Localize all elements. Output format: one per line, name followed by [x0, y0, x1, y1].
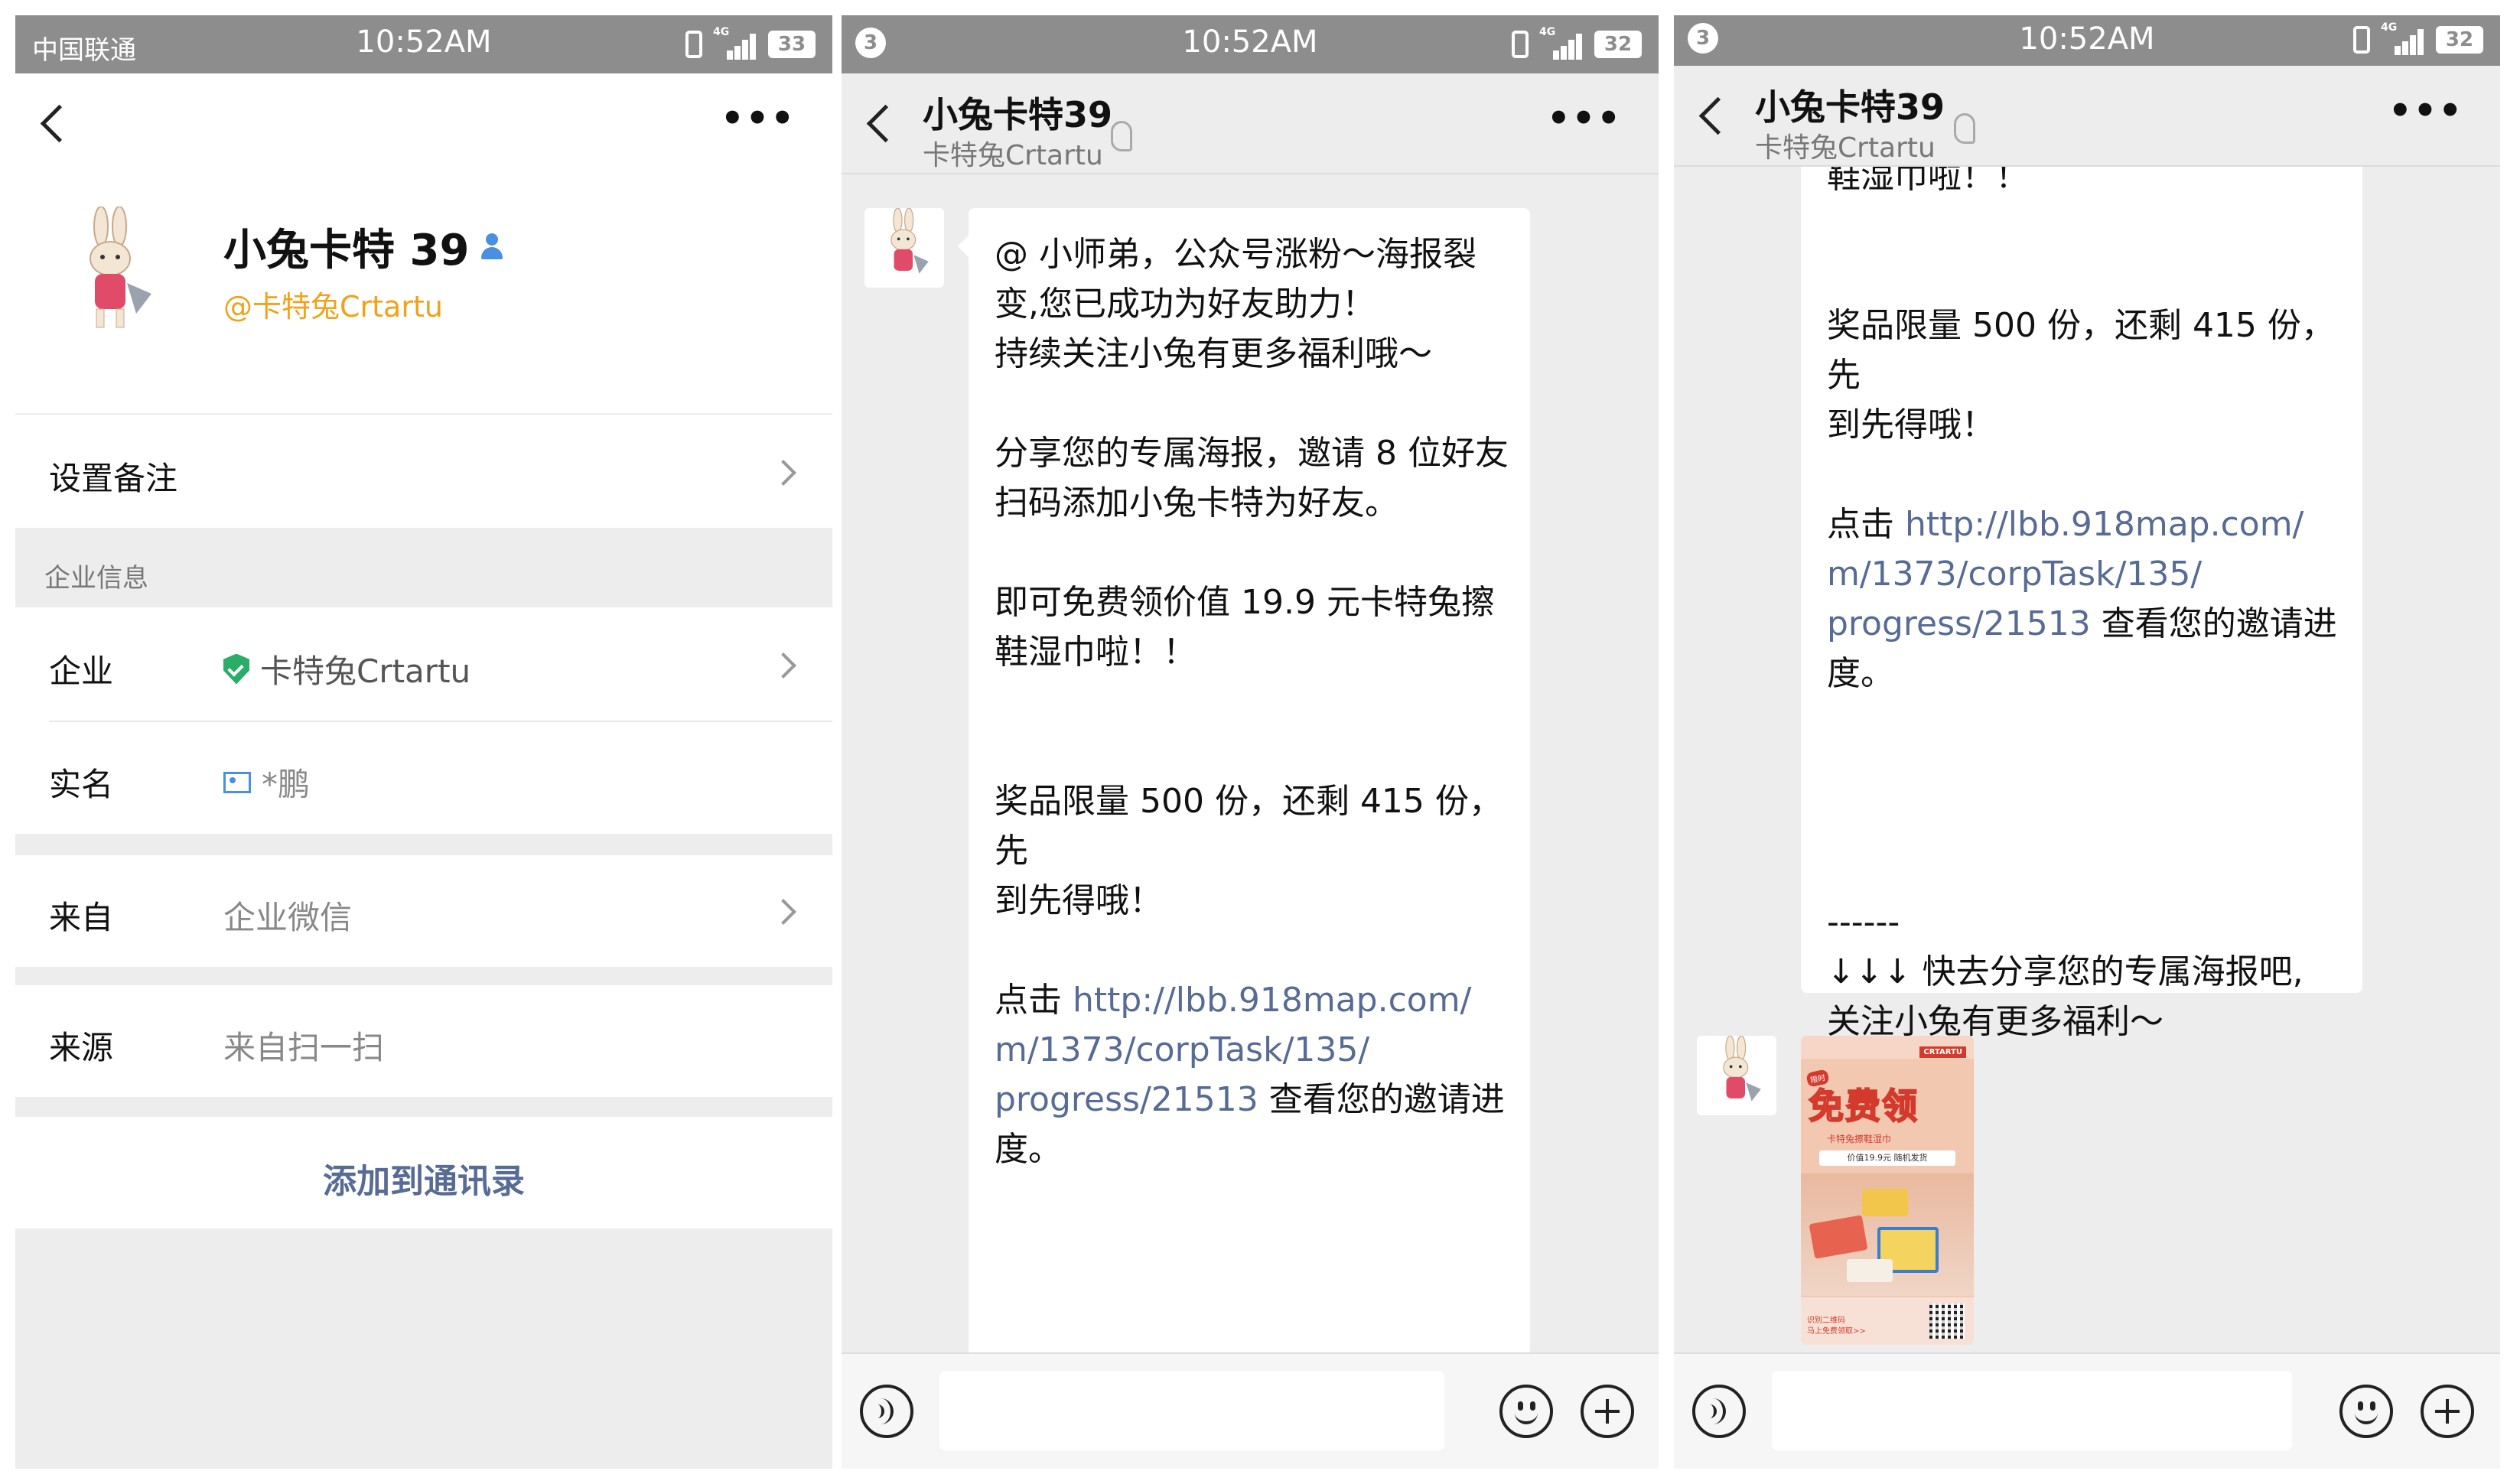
idcard-icon: [223, 771, 251, 793]
signal-icon: 4G: [2381, 21, 2425, 55]
poster-image[interactable]: CRTARTU 限时 免费领 卡特兔擦鞋湿巾 价值19.9元 随机发货 识别二维…: [1801, 1036, 1974, 1345]
voice-icon[interactable]: [860, 1385, 913, 1438]
source-label: 来源: [49, 1029, 114, 1066]
input-bar: [1674, 1352, 2500, 1469]
enterprise-info-group: 企业 卡特兔Crtartu 实名 *鹏: [15, 607, 832, 834]
plus-icon[interactable]: [1581, 1385, 1634, 1438]
chevron-left-icon[interactable]: [866, 104, 905, 143]
poster-subtitle: 卡特兔擦鞋湿巾: [1827, 1134, 1892, 1144]
message-list: 鞋湿巾啦！！ 奖品限量 500 份，还剩 415 份，先 到先得哦！ 点击 ht…: [1674, 167, 2500, 1360]
set-remark-label: 设置备注: [49, 460, 178, 497]
invite-link[interactable]: http://lbb.918map.com/: [1073, 981, 1471, 1020]
more-icon[interactable]: •••: [721, 100, 796, 137]
chevron-left-icon[interactable]: [40, 104, 79, 143]
status-bar: 3 10:52AM 4G 32: [842, 15, 1659, 73]
message-bubble[interactable]: @ 小师弟，公众号涨粉～海报裂 变,您已成功为好友助力！ 持续关注小兔有更多福利…: [969, 208, 1530, 1467]
nav-bar: •••: [15, 73, 832, 173]
signal-icon: 4G: [713, 26, 757, 60]
invite-link[interactable]: progress/21513: [1827, 604, 2091, 643]
chat-title: 小兔卡特39: [923, 94, 1113, 135]
poster-title: 免费领: [1808, 1085, 1919, 1128]
company-value: 卡特兔Crtartu: [223, 646, 470, 692]
message-bubble[interactable]: 鞋湿巾啦！！ 奖品限量 500 份，还剩 415 份，先 到先得哦！ 点击 ht…: [1801, 167, 2362, 1041]
profile-name: 小兔卡特 39: [223, 216, 504, 278]
company-row[interactable]: 企业 卡特兔Crtartu: [15, 607, 832, 721]
from-label: 来自: [49, 899, 114, 936]
voice-icon[interactable]: [1692, 1385, 1746, 1438]
divider: [842, 173, 1659, 174]
invite-link[interactable]: progress/21513: [995, 1080, 1258, 1119]
realname-label: 实名: [49, 766, 114, 803]
ear-icon: [1111, 121, 1132, 151]
person-icon: [480, 232, 504, 262]
chevron-right-icon: [770, 653, 796, 679]
vibrate-icon: [1512, 31, 1529, 58]
ear-icon: [1954, 113, 1975, 144]
poster-brand: CRTARTU: [1919, 1046, 1966, 1058]
chat-subtitle: 卡特兔Crtartu: [1755, 132, 1936, 164]
vibrate-icon: [2353, 26, 2370, 54]
avatar[interactable]: [864, 208, 944, 288]
chevron-right-icon: [770, 460, 796, 486]
invite-link[interactable]: m/1373/corpTask/135/: [995, 1030, 1369, 1069]
profile-header: 小兔卡特 39 @卡特兔Crtartu: [15, 173, 832, 413]
plus-icon[interactable]: [2421, 1385, 2474, 1438]
avatar[interactable]: [66, 207, 158, 337]
battery-icon: 33: [768, 31, 816, 58]
company-label: 企业: [49, 653, 114, 690]
realname-value: *鹏: [223, 759, 310, 805]
chat-subtitle: 卡特兔Crtartu: [923, 140, 1103, 171]
profile-screen: 中国联通 10:52AM 4G 33 ••• 小兔卡特 39 @卡特兔Crtar…: [15, 15, 832, 1469]
input-bar: [842, 1352, 1659, 1469]
realname-row: 实名 *鹏: [15, 722, 832, 834]
source-value: 来自扫一扫: [223, 1029, 385, 1066]
poster-cta: 识别二维码 马上免费领取>>: [1807, 1316, 1866, 1336]
add-contact-row[interactable]: 添加到通讯录: [15, 1117, 832, 1229]
chat-screen-bottom: 3 10:52AM 4G 32 小兔卡特39 卡特兔Crtartu ••• 鞋湿…: [1674, 15, 2500, 1469]
message-input[interactable]: [939, 1371, 1444, 1450]
message-text: @ 小师弟，公众号涨粉～海报裂 变,您已成功为好友助力！ 持续关注小兔有更多福利…: [995, 235, 1509, 1467]
signal-icon: 4G: [1539, 26, 1584, 60]
battery-icon: 32: [2436, 26, 2483, 54]
profile-nickname: @卡特兔Crtartu: [223, 290, 443, 324]
message-input[interactable]: [1772, 1371, 2292, 1450]
chevron-right-icon: [770, 899, 796, 925]
source-row: 来源 来自扫一扫: [15, 985, 832, 1097]
set-remark-row[interactable]: 设置备注: [15, 415, 832, 528]
shield-icon: [223, 653, 249, 685]
from-value: 企业微信: [223, 899, 353, 936]
emoji-icon[interactable]: [1499, 1385, 1553, 1438]
status-bar: 3 10:52AM 4G 32: [1674, 15, 2500, 66]
message-text: 鞋湿巾啦！！ 奖品限量 500 份，还剩 415 份，先 到先得哦！ 点击 ht…: [1827, 167, 2337, 1041]
chevron-left-icon[interactable]: [1698, 96, 1737, 135]
status-icons: 4G 32: [1512, 26, 1642, 61]
poster-product-photo: [1801, 1173, 1974, 1296]
chat-title: 小兔卡特39: [1755, 86, 1945, 128]
invite-link[interactable]: http://lbb.918map.com/: [1905, 505, 2304, 544]
chat-screen-top: 3 10:52AM 4G 32 小兔卡特39 卡特兔Crtartu ••• @ …: [842, 15, 1659, 1469]
from-row[interactable]: 来自 企业微信: [15, 855, 832, 967]
more-icon[interactable]: •••: [2388, 93, 2463, 129]
add-to-contacts-button[interactable]: 添加到通讯录: [15, 1154, 832, 1202]
status-icons: 4G 32: [2353, 21, 2483, 57]
more-icon[interactable]: •••: [1547, 100, 1622, 137]
invite-link[interactable]: m/1373/corpTask/135/: [1827, 555, 2202, 594]
rabbit-avatar-icon: [890, 208, 929, 274]
vibrate-icon: [685, 31, 702, 58]
avatar[interactable]: [1697, 1036, 1776, 1115]
poster-price: 价值19.9元 随机发货: [1819, 1150, 1955, 1166]
rabbit-avatar-icon: [1723, 1036, 1761, 1102]
poster-footer: 识别二维码 马上免费领取>>: [1801, 1297, 1974, 1345]
nav-bar: 小兔卡特39 卡特兔Crtartu •••: [1674, 66, 2500, 165]
battery-icon: 32: [1594, 31, 1642, 58]
nav-bar: 小兔卡特39 卡特兔Crtartu •••: [842, 73, 1659, 173]
status-icons: 4G 33: [685, 26, 816, 61]
section-title: 企业信息: [44, 563, 148, 594]
qr-code-icon: [1929, 1303, 1965, 1339]
emoji-icon[interactable]: [2339, 1385, 2393, 1438]
status-bar: 中国联通 10:52AM 4G 33: [15, 15, 832, 73]
